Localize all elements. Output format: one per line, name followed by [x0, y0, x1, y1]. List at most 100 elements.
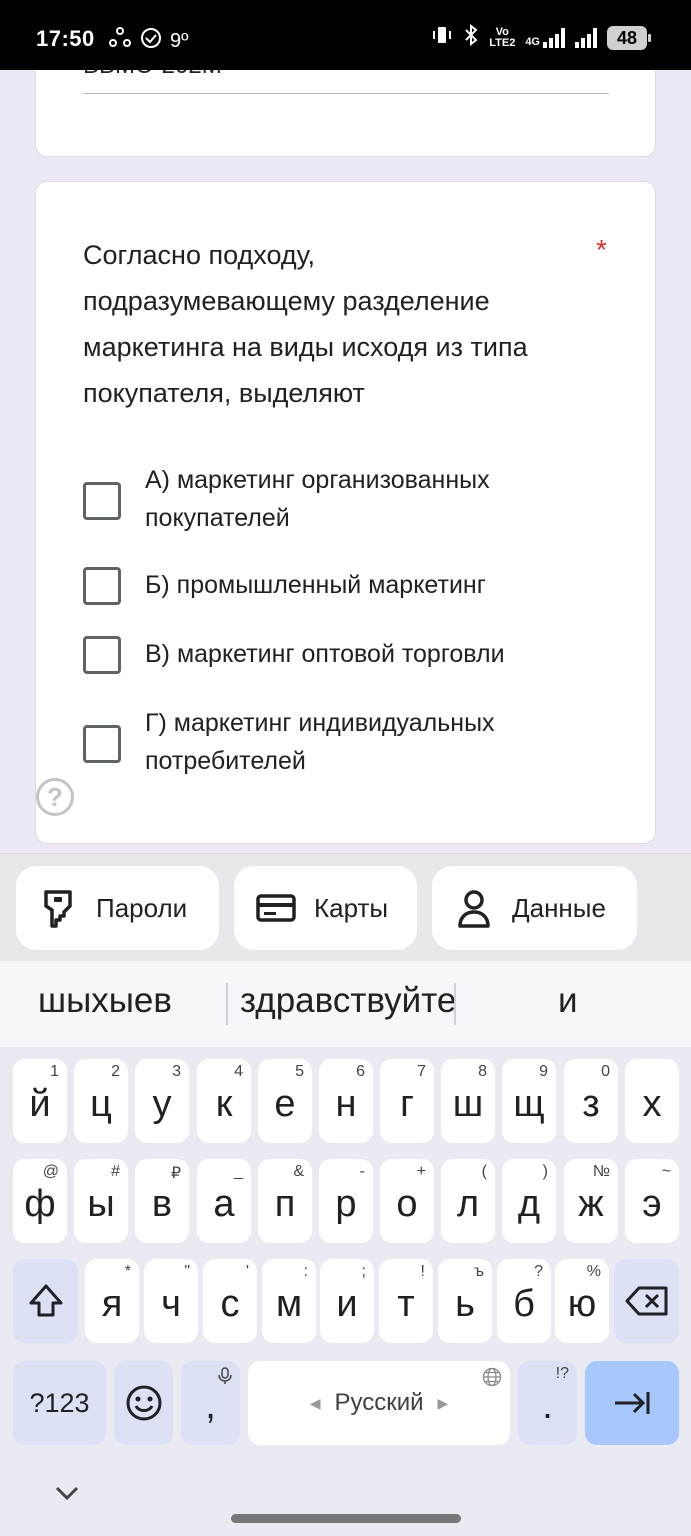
- option-c[interactable]: В) маркетинг оптовой торговли: [83, 635, 623, 679]
- key-л[interactable]: (л: [441, 1159, 495, 1243]
- option-a-label[interactable]: А) маркетинг организованных покупателей: [145, 461, 585, 537]
- status-bar: 17:50 9º Vo LTE2 4G 48: [0, 0, 691, 70]
- key-к[interactable]: 4к: [197, 1059, 251, 1143]
- backspace-key[interactable]: [614, 1259, 679, 1343]
- option-d-label[interactable]: Г) маркетинг индивидуальных потребителей: [145, 704, 585, 780]
- credit-card-icon: [256, 888, 296, 928]
- volte-indicator: Vo LTE2: [489, 25, 516, 49]
- status-right-icons: Vo LTE2 4G 48: [431, 23, 651, 51]
- key-я[interactable]: * я: [85, 1259, 139, 1343]
- key-в[interactable]: ₽ в: [135, 1159, 189, 1243]
- key-т[interactable]: ! т: [379, 1259, 433, 1343]
- signal-icon: [575, 27, 597, 48]
- key-м[interactable]: :м: [262, 1259, 316, 1343]
- shift-key[interactable]: [13, 1259, 78, 1343]
- space-left-arrow-icon: ◀: [309, 1394, 321, 1411]
- previous-question-card: ВВМО-202М: [35, 70, 656, 157]
- key-щ[interactable]: 9щ: [502, 1059, 556, 1143]
- form-scroll-area[interactable]: ВВМО-202М Согласно подходу, подразумеваю…: [0, 70, 691, 853]
- option-d[interactable]: Г) маркетинг индивидуальных потребителей: [83, 704, 623, 784]
- space-right-arrow-icon: ▶: [437, 1394, 449, 1411]
- key-б[interactable]: ? б: [497, 1259, 551, 1343]
- cards-chip[interactable]: Карты: [234, 866, 417, 950]
- key-icon: [38, 888, 78, 928]
- key-о[interactable]: + о: [380, 1159, 434, 1243]
- autofill-bar: Пароли Карты Данные: [0, 853, 691, 961]
- key-ц[interactable]: 2ц: [74, 1059, 128, 1143]
- option-c-label[interactable]: В) маркетинг оптовой торговли: [145, 635, 585, 673]
- option-b[interactable]: Б) промышленный маркетинг: [83, 566, 623, 610]
- previous-answer-underline: [83, 93, 609, 94]
- suggestion-1[interactable]: шыхыев: [38, 981, 172, 1021]
- question-title: Согласно подходу, подразумевающему разде…: [83, 240, 528, 408]
- signal-4g-icon: 4G: [525, 27, 565, 48]
- suggestion-divider: [454, 983, 456, 1025]
- emoji-icon: [126, 1385, 161, 1421]
- battery-icon: 48: [607, 25, 651, 50]
- option-c-checkbox[interactable]: [83, 636, 121, 674]
- key-с[interactable]: ' с: [203, 1259, 257, 1343]
- data-label: Данные: [512, 892, 606, 923]
- key-п[interactable]: & п: [258, 1159, 312, 1243]
- option-a-checkbox[interactable]: [83, 482, 121, 520]
- previous-answer-text: ВВМО-202М: [83, 70, 222, 79]
- key-ф[interactable]: @ ф: [13, 1159, 67, 1243]
- key-р[interactable]: -р: [319, 1159, 373, 1243]
- key-а[interactable]: _ а: [197, 1159, 251, 1243]
- key-н[interactable]: 6н: [319, 1059, 373, 1143]
- vibrate-icon: [431, 24, 453, 51]
- status-extra: 9º: [170, 30, 189, 52]
- suggestion-3[interactable]: и: [558, 981, 578, 1021]
- tab-next-icon: [615, 1392, 650, 1414]
- symbols-key[interactable]: ?123: [13, 1361, 106, 1445]
- suggestion-divider: [226, 983, 228, 1025]
- key-ы[interactable]: # ы: [74, 1159, 128, 1243]
- key-й[interactable]: 1й: [13, 1059, 67, 1143]
- space-key[interactable]: ◀ Русский ▶: [248, 1361, 510, 1445]
- key-ю[interactable]: % ю: [555, 1259, 609, 1343]
- enter-next-key[interactable]: [585, 1361, 679, 1445]
- option-b-label[interactable]: Б) промышленный маркетинг: [145, 566, 585, 604]
- option-a[interactable]: А) маркетинг организованных покупателей: [83, 461, 623, 541]
- home-gesture-bar[interactable]: [231, 1514, 461, 1523]
- microphone-icon: [218, 1367, 232, 1384]
- cards-label: Карты: [314, 892, 389, 923]
- suggestion-strip: шыхыев здравствуйте и: [0, 961, 691, 1047]
- key-д[interactable]: ) д: [502, 1159, 556, 1243]
- comma-key[interactable]: ,: [181, 1361, 240, 1445]
- passwords-label: Пароли: [96, 892, 188, 923]
- key-х[interactable]: х: [625, 1059, 679, 1143]
- data-chip[interactable]: Данные: [432, 866, 637, 950]
- globe-icon: [482, 1367, 502, 1387]
- status-time: 17:50: [36, 26, 95, 51]
- key-и[interactable]: ; и: [320, 1259, 374, 1343]
- backspace-icon: [625, 1286, 667, 1316]
- question-card: Согласно подходу, подразумевающему разде…: [35, 181, 656, 844]
- key-ч[interactable]: " ч: [144, 1259, 198, 1343]
- help-icon[interactable]: ?: [36, 778, 74, 816]
- hide-keyboard-chevron-icon[interactable]: [54, 1483, 80, 1503]
- key-ж[interactable]: № ж: [564, 1159, 618, 1243]
- space-label: Русский: [334, 1389, 424, 1416]
- key-е[interactable]: 5е: [258, 1059, 312, 1143]
- key-г[interactable]: 7г: [380, 1059, 434, 1143]
- key-ш[interactable]: 8ш: [441, 1059, 495, 1143]
- passwords-chip[interactable]: Пароли: [16, 866, 219, 950]
- keyboard: 1й 2ц 3у 4к 5е 6н 7г 8ш 9щ 0з х @ ф # ы ₽ в…: [0, 1047, 691, 1536]
- key-у[interactable]: 3у: [135, 1059, 189, 1143]
- shift-icon: [29, 1284, 62, 1317]
- key-э[interactable]: ~ э: [625, 1159, 679, 1243]
- key-ь[interactable]: ъь: [438, 1259, 492, 1343]
- period-key[interactable]: !?.: [518, 1361, 577, 1445]
- option-b-checkbox[interactable]: [83, 567, 121, 605]
- option-d-checkbox[interactable]: [83, 725, 121, 763]
- sync-icon: [108, 26, 132, 56]
- bluetooth-icon: [463, 23, 479, 51]
- key-з[interactable]: 0з: [564, 1059, 618, 1143]
- required-asterisk: *: [596, 234, 607, 265]
- check-circle-icon: [140, 27, 162, 55]
- status-left-icons: 9º: [108, 26, 188, 56]
- suggestion-2[interactable]: здравствуйте: [240, 981, 456, 1021]
- person-icon: [454, 888, 494, 928]
- emoji-key[interactable]: [114, 1361, 173, 1445]
